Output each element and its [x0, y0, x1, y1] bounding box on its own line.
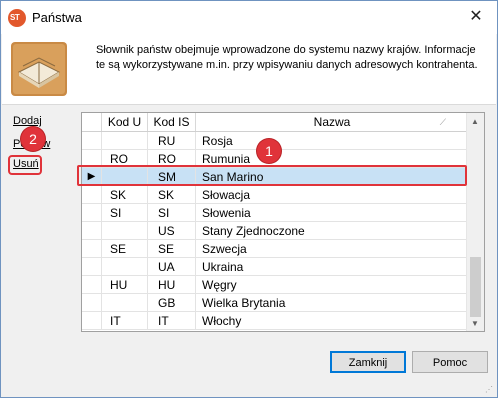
row-indicator — [82, 240, 102, 258]
scroll-thumb[interactable] — [470, 257, 481, 317]
table-row[interactable]: SI SI Słowenia — [82, 204, 468, 222]
close-button[interactable]: Zamknij — [330, 351, 406, 373]
selected-row-highlight — [77, 165, 467, 186]
step-badge-1: 1 — [257, 139, 281, 163]
table-row[interactable]: SK SK Słowacja — [82, 186, 468, 204]
window-title: Państwa — [32, 10, 82, 25]
cell-kod-is: UA — [148, 258, 196, 276]
row-indicator — [82, 222, 102, 240]
cell-nazwa: Słowenia — [202, 206, 251, 220]
cell-nazwa: Węgry — [202, 278, 237, 292]
grid-header: Kod U Kod IS Nazwa ⟋ — [82, 113, 468, 132]
cell-kod-u — [102, 258, 148, 276]
column-header-kod-u[interactable]: Kod U — [102, 113, 148, 131]
cell-kod-u: SI — [102, 204, 148, 222]
cell-kod-is: HU — [148, 276, 196, 294]
description-text: Słownik państw obejmuje wprowadzone do s… — [96, 44, 478, 71]
header-panel: Słownik państw obejmuje wprowadzone do s… — [2, 34, 496, 105]
cell-kod-is: SE — [148, 240, 196, 258]
indicator-column-header — [82, 113, 102, 131]
row-indicator — [82, 312, 102, 330]
table-row[interactable]: US Stany Zjednoczone — [82, 222, 468, 240]
cell-kod-u: SK — [102, 186, 148, 204]
countries-grid[interactable]: Kod U Kod IS Nazwa ⟋ RU Rosja RO RO Rumunia ▶… — [81, 112, 485, 332]
cell-kod-u: HU — [102, 276, 148, 294]
cell-nazwa: Ukraina — [202, 260, 244, 274]
column-header-nazwa[interactable]: Nazwa — [196, 113, 468, 131]
row-indicator — [82, 204, 102, 222]
cell-nazwa: Szwecja — [202, 242, 247, 256]
scroll-up-icon[interactable]: ▲ — [471, 117, 479, 126]
resize-grip-icon[interactable]: ⋰ — [485, 385, 493, 394]
delete-link-highlight — [8, 155, 42, 175]
title-bar: ST Państwa ✕ — [1, 1, 497, 34]
close-icon[interactable]: ✕ — [463, 5, 489, 29]
add-link[interactable]: Dodaj — [13, 115, 42, 127]
vertical-scrollbar[interactable]: ▲ ▼ — [466, 113, 484, 331]
row-indicator — [82, 132, 102, 150]
dialog-window: ST Państwa ✕ Słownik państw obejmuje wpr… — [0, 0, 498, 398]
cell-kod-u: IT — [102, 312, 148, 330]
scroll-down-icon[interactable]: ▼ — [471, 319, 479, 328]
step-badge-2: 2 — [21, 127, 45, 151]
row-indicator — [82, 294, 102, 312]
table-row[interactable]: UA Ukraina — [82, 258, 468, 276]
help-button[interactable]: Pomoc — [412, 351, 488, 373]
cell-kod-is: US — [148, 222, 196, 240]
table-row[interactable]: GB Wielka Brytania — [82, 294, 468, 312]
cell-kod-u: SE — [102, 240, 148, 258]
cell-kod-is: SI — [148, 204, 196, 222]
row-indicator — [82, 276, 102, 294]
book-icon — [11, 42, 67, 96]
cell-kod-is: SK — [148, 186, 196, 204]
cell-kod-is: GB — [148, 294, 196, 312]
cell-nazwa: Słowacja — [202, 188, 251, 202]
table-row[interactable]: IT IT Włochy — [82, 312, 468, 330]
row-indicator — [82, 258, 102, 276]
column-header-kod-is[interactable]: Kod IS — [148, 113, 196, 131]
app-icon: ST — [8, 9, 26, 27]
cell-kod-u — [102, 222, 148, 240]
footer: Zamknij Pomoc ⋰ — [2, 335, 496, 397]
app-icon-text: ST — [10, 13, 20, 22]
cell-kod-is: IT — [148, 312, 196, 330]
cell-nazwa: Włochy — [202, 314, 242, 328]
cell-nazwa: Stany Zjednoczone — [202, 224, 305, 238]
sort-grip-icon: ⟋ — [439, 117, 446, 127]
cell-nazwa: Rosja — [202, 134, 233, 148]
cell-nazwa: Wielka Brytania — [202, 296, 286, 310]
cell-kod-is: RU — [148, 132, 196, 150]
cell-kod-u — [102, 132, 148, 150]
table-row[interactable]: SE SE Szwecja — [82, 240, 468, 258]
table-row[interactable]: HU HU Węgry — [82, 276, 468, 294]
cell-kod-u — [102, 294, 148, 312]
row-indicator — [82, 186, 102, 204]
